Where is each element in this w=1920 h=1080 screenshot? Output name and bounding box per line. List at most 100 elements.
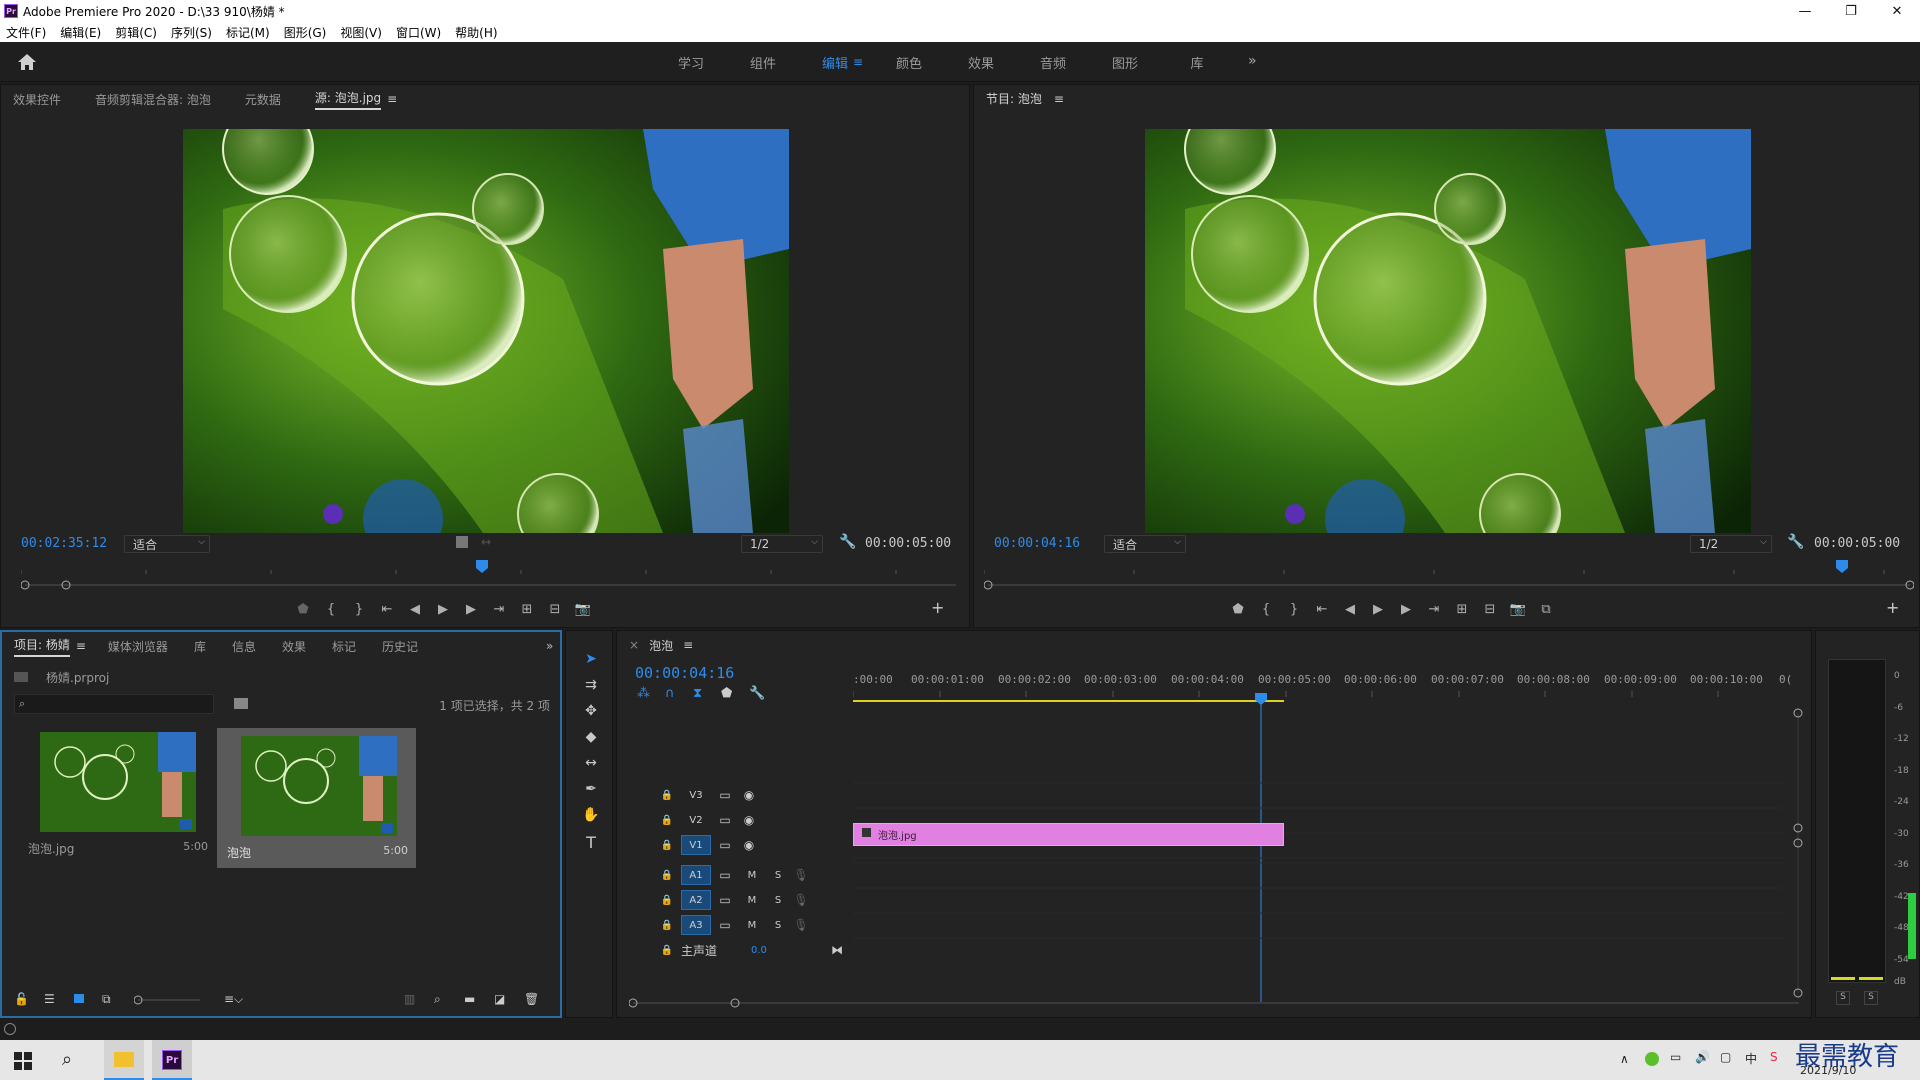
add-marker-icon[interactable]: ⬟ — [289, 602, 317, 617]
source-drag-audio-icon[interactable]: ↔ — [481, 535, 491, 549]
mute-button[interactable]: M — [739, 895, 765, 906]
go-to-end-icon[interactable]: ⧓ — [831, 943, 843, 957]
tab-history[interactable]: 历史记 — [382, 638, 418, 655]
lock-icon[interactable]: 🔒 — [653, 945, 681, 956]
mark-out-icon[interactable]: } — [345, 602, 373, 617]
clear-trash-icon[interactable]: 🗑 — [524, 992, 539, 1006]
sogou-input-icon[interactable]: S — [1770, 1050, 1778, 1064]
icon-view-icon[interactable] — [74, 994, 84, 1003]
lock-icon[interactable]: 🔓 — [14, 992, 29, 1006]
source-settings-wrench-icon[interactable]: 🔧 — [839, 534, 856, 550]
tray-date[interactable]: 2021/9/10 — [1800, 1064, 1856, 1077]
meter-solo-button[interactable]: S — [1864, 991, 1878, 1005]
track-select-tool-icon[interactable]: ⇉ — [582, 677, 600, 695]
track-target-a2[interactable]: A2 — [681, 890, 711, 910]
timeline-ruler[interactable]: :00:00 00:00:01:00 00:00:02:00 00:00:03:… — [853, 673, 1803, 703]
tab-info[interactable]: 信息 — [232, 638, 256, 655]
selection-tool-icon[interactable]: ➤ — [582, 651, 600, 669]
eye-icon[interactable]: ◉ — [739, 813, 759, 827]
workspace-tab-assembly[interactable]: 组件 — [727, 53, 799, 72]
tray-app-icon[interactable] — [1645, 1052, 1659, 1066]
sync-lock-icon[interactable]: ▭ — [711, 813, 739, 827]
menu-help[interactable]: 帮助(H) — [455, 24, 497, 41]
tab-libraries[interactable]: 库 — [194, 638, 206, 655]
tray-display-icon[interactable]: ▢ — [1720, 1050, 1731, 1064]
slip-tool-icon[interactable]: ↔ — [582, 755, 600, 773]
sync-lock-icon[interactable]: ▭ — [711, 893, 739, 907]
track-target-a1[interactable]: A1 — [681, 865, 711, 885]
microphone-icon[interactable]: 🎙 — [791, 868, 811, 882]
new-item-icon[interactable]: ◪ — [494, 992, 505, 1006]
tab-program[interactable]: 节目: 泡泡 — [986, 90, 1042, 109]
mute-button[interactable]: M — [739, 870, 765, 881]
tab-project[interactable]: 项目: 杨婧 — [14, 636, 70, 657]
track-target-v2[interactable]: V2 — [681, 810, 711, 830]
meter-solo-button[interactable]: S — [1836, 991, 1850, 1005]
step-back-icon[interactable]: ◀ — [1336, 602, 1364, 617]
sequence-tab-menu-icon[interactable]: ≡ — [683, 638, 693, 652]
insert-icon[interactable]: ⊞ — [513, 602, 541, 617]
solo-button[interactable]: S — [765, 895, 791, 906]
new-bin-icon[interactable]: ▬ — [464, 992, 475, 1006]
program-time-ruler[interactable] — [983, 558, 1914, 574]
menu-sequence[interactable]: 序列(S) — [171, 24, 212, 41]
lock-icon[interactable]: 🔒 — [653, 790, 681, 801]
snap-magnet-icon[interactable]: ∩ — [665, 686, 693, 701]
overwrite-icon[interactable]: ⊟ — [541, 602, 569, 617]
solo-button[interactable]: S — [765, 870, 791, 881]
solo-button[interactable]: S — [765, 920, 791, 931]
tab-markers[interactable]: 标记 — [332, 638, 356, 655]
tab-metadata[interactable]: 元数据 — [245, 91, 281, 108]
restore-button[interactable]: ❐ — [1828, 0, 1874, 22]
timeline-clip[interactable]: 泡泡.jpg — [853, 823, 1284, 846]
source-playhead-timecode[interactable]: 00:02:35:12 — [21, 536, 107, 551]
comparison-view-icon[interactable]: ⧉ — [1532, 602, 1560, 617]
play-icon[interactable]: ▶ — [1364, 602, 1392, 617]
add-marker-icon[interactable]: ⬟ — [721, 686, 749, 701]
lock-icon[interactable]: 🔒 — [653, 815, 681, 826]
tray-ime-indicator[interactable]: 中 — [1745, 1050, 1757, 1067]
source-zoom-scrollbar[interactable] — [20, 579, 956, 590]
sync-lock-icon[interactable]: ▭ — [711, 868, 739, 882]
lock-icon[interactable]: 🔒 — [653, 920, 681, 931]
menu-file[interactable]: 文件(F) — [6, 24, 46, 41]
track-target-v1[interactable]: V1 — [681, 835, 711, 855]
mute-button[interactable]: M — [739, 920, 765, 931]
tab-effect-controls[interactable]: 效果控件 — [13, 91, 61, 108]
play-icon[interactable]: ▶ — [429, 602, 457, 617]
source-add-button-icon[interactable]: + — [931, 598, 944, 617]
project-item-card[interactable]: 泡泡.jpg 5:00 — [18, 728, 208, 868]
program-zoom-scrollbar[interactable] — [983, 579, 1915, 590]
menu-clip[interactable]: 剪辑(C) — [115, 24, 157, 41]
program-tab-menu-icon[interactable]: ≡ — [1054, 92, 1064, 106]
tab-source[interactable]: 源: 泡泡.jpg — [314, 89, 382, 110]
step-forward-icon[interactable]: ▶ — [457, 602, 485, 617]
program-playhead-timecode[interactable]: 00:00:04:16 — [994, 536, 1080, 551]
program-resolution-dropdown[interactable]: 1/2 ⌵ — [1690, 535, 1772, 553]
sync-lock-icon[interactable]: ▭ — [711, 918, 739, 932]
tray-overflow-icon[interactable]: ∧ — [1620, 1052, 1629, 1066]
freeform-view-icon[interactable]: ⧉ — [102, 992, 111, 1007]
close-sequence-icon[interactable]: × — [629, 638, 639, 652]
workspace-tab-audio[interactable]: 音频 — [1017, 53, 1089, 72]
tab-sequence[interactable]: 泡泡 — [649, 637, 673, 654]
close-button[interactable]: ✕ — [1874, 0, 1920, 22]
linked-selection-icon[interactable]: ⧗ — [693, 686, 721, 701]
source-tab-menu-icon[interactable]: ≡ — [387, 92, 397, 106]
track-target-a3[interactable]: A3 — [681, 915, 711, 935]
go-to-out-icon[interactable]: ⇥ — [485, 602, 513, 617]
find-icon[interactable]: ⌕ — [434, 992, 441, 1007]
menu-markers[interactable]: 标记(M) — [226, 24, 270, 41]
menu-window[interactable]: 窗口(W) — [396, 24, 441, 41]
project-overflow-icon[interactable]: » — [546, 639, 553, 653]
microphone-icon[interactable]: 🎙 — [791, 918, 811, 932]
extract-icon[interactable]: ⊟ — [1476, 602, 1504, 617]
microphone-icon[interactable]: 🎙 — [791, 893, 811, 907]
file-explorer-icon[interactable] — [104, 1040, 144, 1080]
menu-edit[interactable]: 编辑(E) — [60, 24, 101, 41]
windows-start-icon[interactable] — [14, 1052, 32, 1070]
workspace-overflow-button[interactable]: » — [1248, 53, 1257, 69]
add-marker-icon[interactable]: ⬟ — [1224, 602, 1252, 617]
workspace-tab-color[interactable]: 颜色 — [873, 53, 945, 72]
project-search-input[interactable]: ⌕ — [14, 694, 214, 714]
